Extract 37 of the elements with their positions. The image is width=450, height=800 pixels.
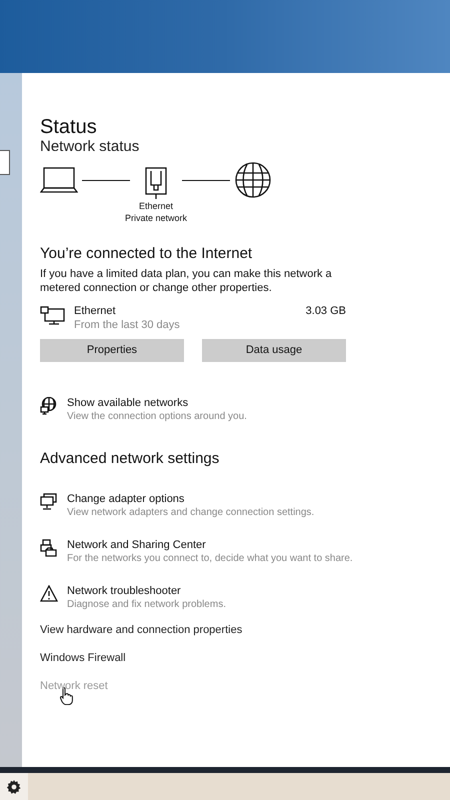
link-subtitle: For the networks you connect to, decide what you want to share. <box>67 552 353 566</box>
laptop-icon <box>40 167 78 193</box>
network-label: Private network <box>124 212 188 224</box>
settings-icon <box>6 778 22 794</box>
sharing-icon <box>40 539 58 557</box>
monitors-icon <box>40 493 58 511</box>
link-title: Change adapter options <box>67 492 186 506</box>
usage-amount: 3.03 GB <box>306 304 346 318</box>
adapter-name: Ethernet <box>74 304 117 318</box>
network-label: Ethernet <box>138 200 174 212</box>
settings-link[interactable]: Network and Sharing Center For the networks you connect to, decide what you want to share. <box>40 538 353 566</box>
section-heading: Advanced network settings <box>40 450 220 468</box>
taskbar-button[interactable] <box>0 773 28 800</box>
globe-icon <box>40 397 58 415</box>
adapter-period: From the last 30 days <box>74 318 181 332</box>
section-title: Network status <box>40 139 140 151</box>
link-title: Network and Sharing Center <box>67 538 207 552</box>
section-heading: You’re connected to the Internet <box>40 245 254 263</box>
settings-link[interactable]: View hardware and connection properties <box>40 623 242 637</box>
warning-icon <box>40 585 58 602</box>
ethernet-port-icon <box>145 167 167 199</box>
action-button[interactable]: Properties <box>40 339 184 362</box>
link-subtitle: View the connection options around you. <box>67 410 247 424</box>
description-text: If you have a limited data plan, you can make this network a metered connection or change other properties. <box>40 267 333 295</box>
link-title: Network troubleshooter <box>67 584 182 598</box>
settings-link[interactable]: Windows Firewall <box>40 651 126 665</box>
settings-link[interactable]: Change adapter options View network adapters and change connection settings. <box>40 492 314 520</box>
ethernet-monitor-icon <box>40 306 66 326</box>
link-title: Show available networks <box>67 396 190 410</box>
settings-link[interactable]: Network troubleshooter Diagnose and fix network problems. <box>40 584 226 612</box>
search-field[interactable] <box>0 150 10 175</box>
page-title: Status <box>40 115 98 139</box>
settings-link[interactable]: Show available networks View the connection options around you. <box>40 396 247 424</box>
link-subtitle: Diagnose and fix network problems. <box>67 598 226 612</box>
link-subtitle: View network adapters and change connection settings. <box>67 506 314 520</box>
globe-icon <box>234 161 272 199</box>
action-button[interactable]: Data usage <box>202 339 346 362</box>
